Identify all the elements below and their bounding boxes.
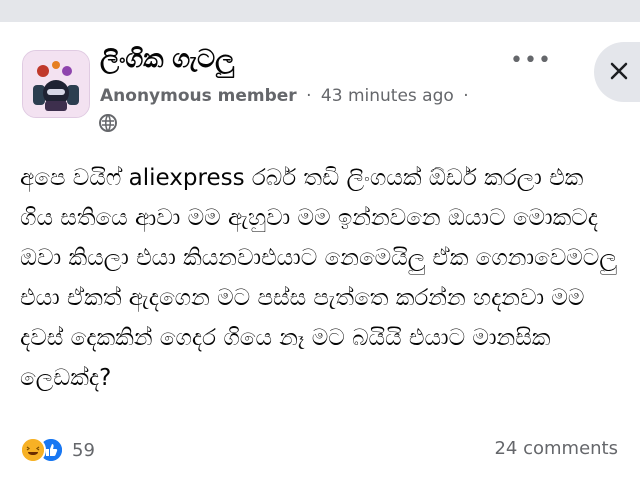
close-icon [610,62,628,80]
more-icon[interactable]: ••• [510,48,552,73]
group-avatar-image [23,51,89,117]
post-meta: Anonymous member · 43 minutes ago · [100,86,473,106]
group-avatar[interactable] [22,50,90,118]
author-name[interactable]: Anonymous member [100,86,297,106]
post-card: ලිංගික ගැටලු Anonymous member · 43 minut… [0,22,640,503]
globe-icon [99,114,117,132]
post-body: අපෙ වයිෆ් aliexpress රබර් තඩි ලිංගයක් ඕඩ… [20,165,617,391]
group-name[interactable]: ලිංගික ගැටලු [100,44,234,74]
haha-reaction-icon [20,437,46,463]
meta-separator-2: · [463,86,469,106]
meta-separator: · [306,86,312,106]
reaction-count: 59 [72,439,95,461]
close-button[interactable] [594,42,640,102]
top-strip [0,0,640,22]
comments-link[interactable]: 24 comments [494,438,618,459]
reactions-summary[interactable]: 59 [20,435,95,465]
post-timestamp[interactable]: 43 minutes ago [321,86,454,106]
